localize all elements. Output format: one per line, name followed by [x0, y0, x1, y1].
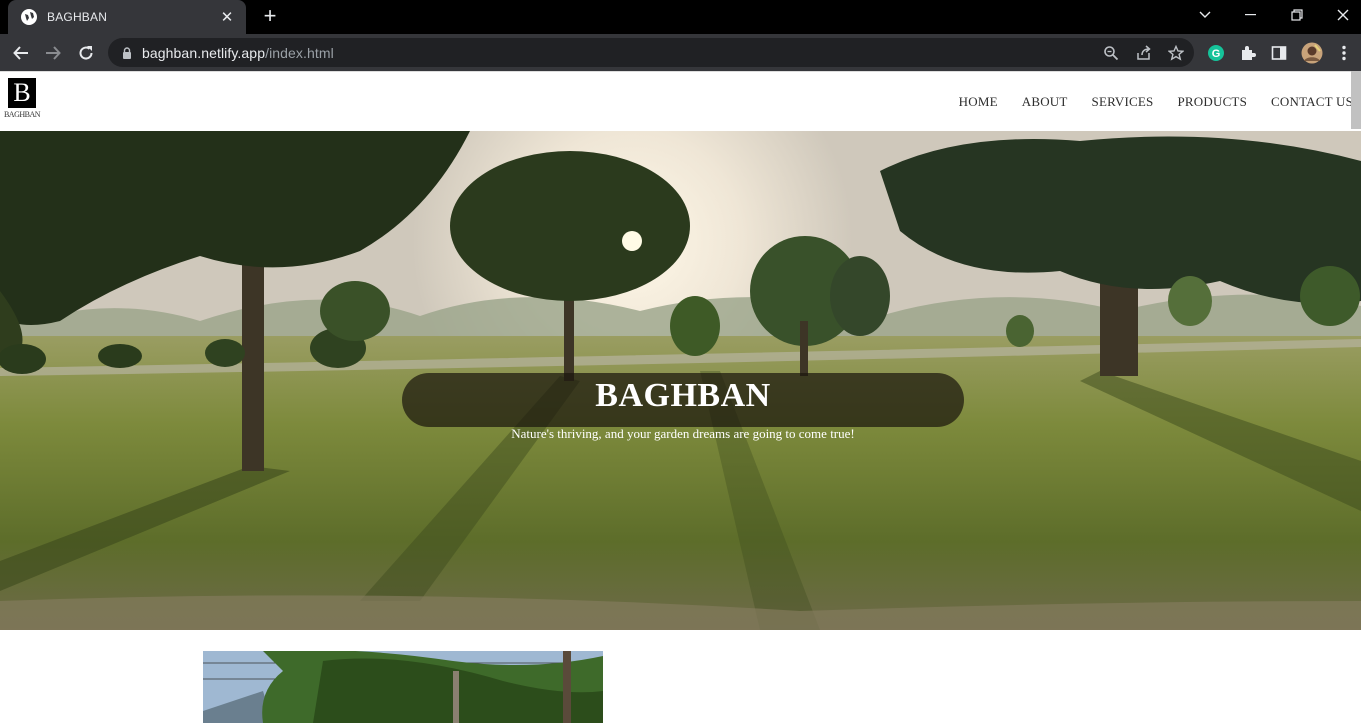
- logo-letter: B: [13, 78, 31, 107]
- tab-title: BAGHBAN: [47, 10, 108, 24]
- back-icon[interactable]: [8, 40, 34, 66]
- nav-home[interactable]: HOME: [959, 94, 998, 110]
- side-panel-icon[interactable]: [1266, 40, 1292, 66]
- nav-services[interactable]: SERVICES: [1092, 94, 1154, 110]
- page-scrollbar[interactable]: [1351, 71, 1361, 129]
- zoom-icon[interactable]: [1102, 44, 1120, 62]
- window-close-icon[interactable]: [1320, 0, 1361, 30]
- url-path: /index.html: [265, 45, 334, 61]
- browser-tab-strip: BAGHBAN ✕ +: [0, 0, 1361, 34]
- hero-subtitle: Nature's thriving, and your garden dream…: [511, 426, 855, 441]
- tree-canopy-image: [203, 651, 603, 723]
- site-header: B BAGHBAN HOME ABOUT SERVICES PRODUCTS C…: [0, 71, 1361, 131]
- star-icon[interactable]: [1167, 44, 1185, 62]
- hero-title: BAGHBAN: [595, 377, 771, 414]
- plus-icon[interactable]: +: [259, 5, 281, 29]
- close-icon[interactable]: ✕: [218, 8, 236, 26]
- profile-avatar[interactable]: [1299, 40, 1325, 66]
- grammarly-icon[interactable]: G: [1203, 40, 1229, 66]
- restore-icon[interactable]: [1274, 0, 1320, 30]
- browser-tab[interactable]: BAGHBAN ✕: [8, 0, 246, 34]
- url-text[interactable]: baghban.netlify.app/index.html: [142, 45, 334, 61]
- url-domain: baghban.netlify.app: [142, 45, 266, 61]
- lock-icon[interactable]: [118, 44, 136, 62]
- browser-toolbar: baghban.netlify.app/index.html G: [0, 34, 1361, 71]
- chevron-down-icon[interactable]: [1182, 0, 1228, 30]
- nav-contact-us[interactable]: CONTACT US: [1271, 94, 1353, 110]
- hero-section: BAGHBAN Nature's thriving, and your gard…: [0, 131, 1361, 630]
- content-image: [203, 651, 603, 723]
- reload-icon[interactable]: [73, 40, 99, 66]
- share-icon[interactable]: [1135, 44, 1153, 62]
- nav-about[interactable]: ABOUT: [1022, 94, 1068, 110]
- menu-icon[interactable]: [1331, 40, 1357, 66]
- svg-text:G: G: [1212, 48, 1221, 60]
- globe-icon: [21, 9, 37, 25]
- nav-products[interactable]: PRODUCTS: [1178, 94, 1248, 110]
- site-logo[interactable]: B BAGHBAN: [2, 78, 42, 126]
- minimize-icon[interactable]: [1228, 0, 1274, 30]
- logo-wordmark: BAGHBAN: [3, 110, 41, 119]
- main-nav: HOME ABOUT SERVICES PRODUCTS CONTACT US: [935, 94, 1353, 110]
- forward-icon[interactable]: [40, 40, 66, 66]
- address-bar[interactable]: baghban.netlify.app/index.html: [108, 38, 1194, 67]
- extensions-icon[interactable]: [1235, 40, 1261, 66]
